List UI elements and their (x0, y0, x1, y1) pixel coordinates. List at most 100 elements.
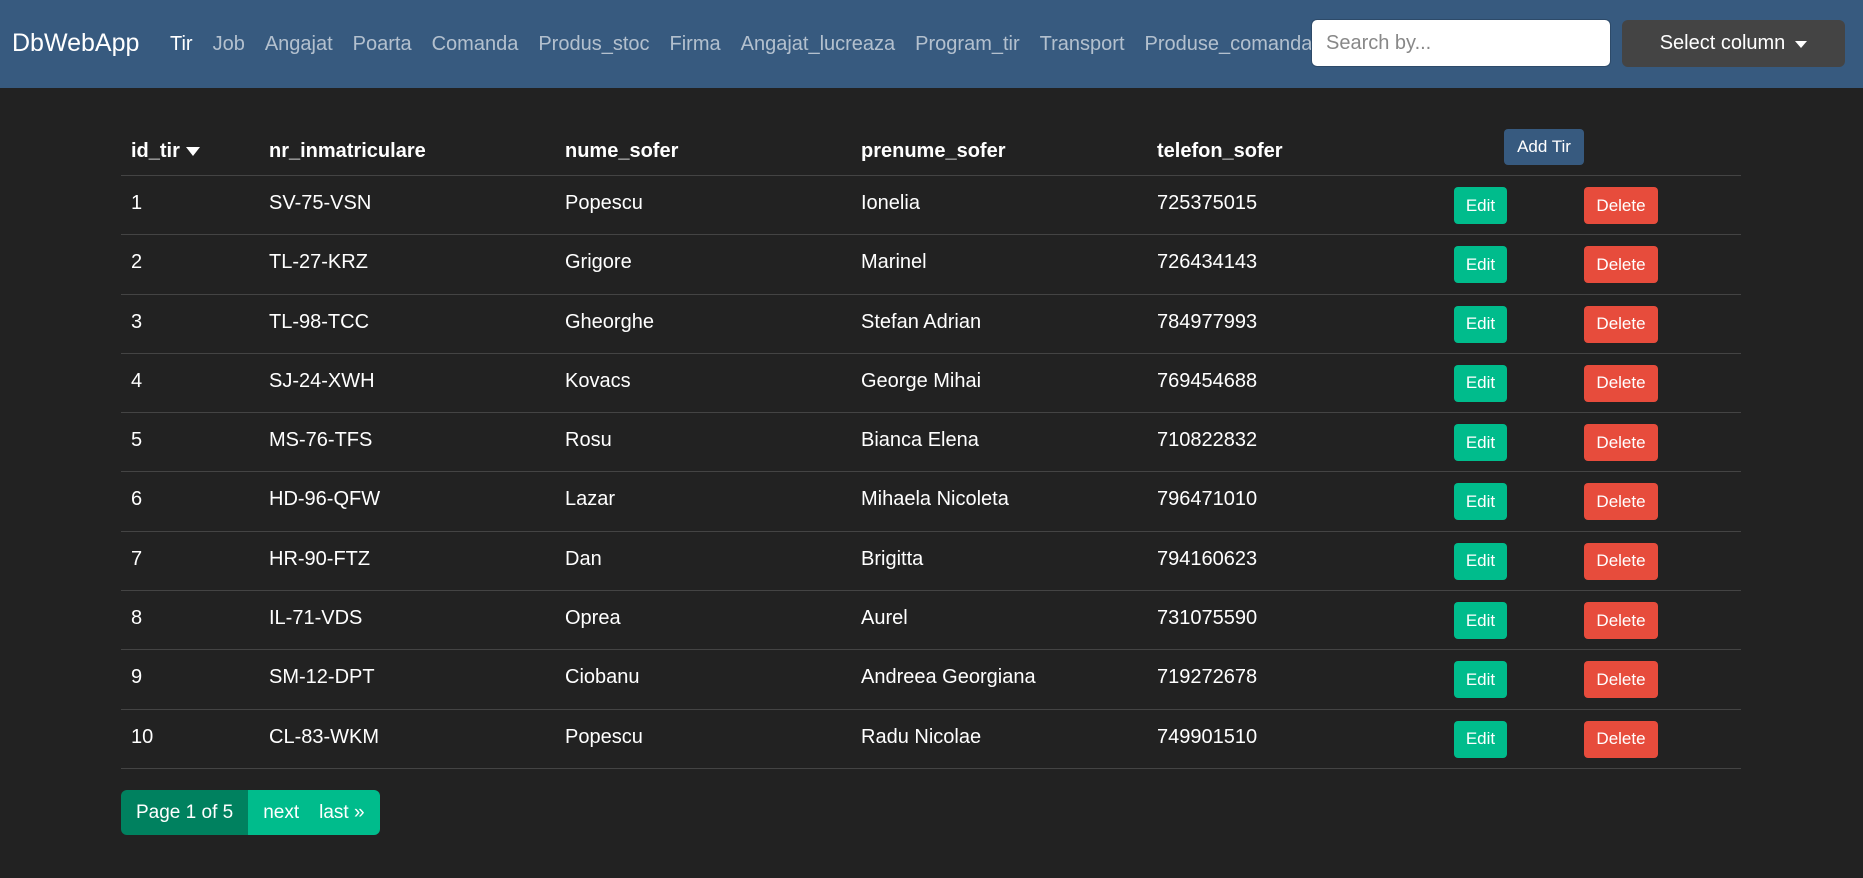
delete-button[interactable]: Delete (1584, 661, 1658, 699)
cell-nr_inmatriculare: SM-12-DPT (269, 666, 375, 689)
nav-link-job[interactable]: Job (203, 33, 255, 56)
cell-prenume_sofer: Aurel (861, 607, 908, 630)
nav-link-transport[interactable]: Transport (1030, 33, 1135, 56)
cell-telefon_sofer: 784977993 (1157, 310, 1258, 333)
edit-button[interactable]: Edit (1454, 542, 1507, 580)
delete-button[interactable]: Delete (1584, 424, 1658, 462)
delete-button[interactable]: Delete (1584, 720, 1658, 758)
edit-button[interactable]: Edit (1454, 424, 1507, 462)
column-header-id_tir[interactable]: id_tir (131, 140, 200, 163)
nav-link-poarta[interactable]: Poarta (343, 33, 422, 56)
nav-link-angajat[interactable]: Angajat (255, 33, 343, 56)
cell-id_tir: 8 (131, 607, 143, 630)
column-header-nr_inmatriculare[interactable]: nr_inmatriculare (269, 140, 426, 163)
edit-button[interactable]: Edit (1454, 187, 1507, 224)
cell-nr_inmatriculare: HR-90-FTZ (269, 547, 371, 570)
nav-link-angajat_lucreaza[interactable]: Angajat_lucreaza (731, 33, 906, 56)
cell-nume_sofer: Kovacs (565, 369, 631, 392)
cell-prenume_sofer: George Mihai (861, 369, 982, 392)
delete-button[interactable]: Delete (1584, 364, 1658, 402)
delete-button[interactable]: Delete (1584, 602, 1658, 640)
nav-links: Tir Job Angajat Poarta Comanda Produs_stoc Fir… (160, 0, 1322, 88)
column-header-prenume_sofer[interactable]: prenume_sofer (861, 140, 1006, 163)
cell-id_tir: 4 (131, 369, 143, 392)
delete-button[interactable]: Delete (1584, 542, 1658, 580)
sort-desc-icon (185, 147, 200, 157)
edit-button[interactable]: Edit (1454, 720, 1507, 758)
cell-telefon_sofer: 725375015 (1157, 192, 1258, 214)
add-tir-button[interactable]: Add Tir (1504, 129, 1584, 165)
edit-button[interactable]: Edit (1454, 246, 1507, 284)
cell-prenume_sofer: Andreea Georgiana (861, 666, 1036, 689)
cell-prenume_sofer: Mihaela Nicoleta (861, 488, 1009, 511)
table-row: 9 SM-12-DPT Ciobanu Andreea Georgiana 719272… (121, 650, 1741, 710)
edit-button[interactable]: Edit (1454, 661, 1507, 699)
edit-button[interactable]: Edit (1454, 305, 1507, 343)
select-column-label: Select column (1659, 32, 1786, 54)
delete-button[interactable]: Delete (1584, 246, 1658, 284)
table-row: 6 HD-96-QFW Lazar Mihaela Nicoleta 796471010… (121, 472, 1741, 532)
cell-nr_inmatriculare: SV-75-VSN (269, 192, 372, 214)
pagination: Page 1 of 5 next last » (121, 790, 380, 835)
cell-nr_inmatriculare: HD-96-QFW (269, 488, 381, 511)
top-navbar: DbWebApp Tir Job Angajat Poarta Comanda Produ… (0, 0, 1863, 88)
cell-prenume_sofer: Ionelia (861, 192, 920, 214)
cell-telefon_sofer: 710822832 (1157, 429, 1258, 452)
last-page-link[interactable]: last » (305, 790, 380, 835)
app-brand[interactable]: DbWebApp (12, 27, 139, 59)
cell-nume_sofer: Popescu (565, 192, 643, 214)
nav-link-tir[interactable]: Tir (160, 33, 203, 56)
next-page-link[interactable]: next (248, 790, 306, 835)
column-header-nume_sofer[interactable]: nume_sofer (565, 140, 678, 163)
nav-link-produse_comanda[interactable]: Produse_comanda (1135, 33, 1323, 56)
cell-nume_sofer: Grigore (565, 251, 632, 274)
search-input[interactable] (1311, 19, 1611, 67)
edit-button[interactable]: Edit (1454, 364, 1507, 402)
cell-id_tir: 7 (131, 547, 143, 570)
table-row: 3 TL-98-TCC Gheorghe Stefan Adrian 784977993… (121, 295, 1741, 354)
delete-button[interactable]: Delete (1584, 483, 1658, 521)
nav-link-comanda[interactable]: Comanda (422, 33, 529, 56)
cell-nume_sofer: Dan (565, 547, 602, 570)
cell-nr_inmatriculare: TL-27-KRZ (269, 251, 368, 274)
cell-prenume_sofer: Radu Nicolae (861, 725, 982, 748)
cell-telefon_sofer: 796471010 (1157, 488, 1258, 511)
delete-button[interactable]: Delete (1584, 187, 1658, 224)
delete-button[interactable]: Delete (1584, 305, 1658, 343)
table-row: 2 TL-27-KRZ Grigore Marinel 726434143 Edit Del… (121, 235, 1741, 295)
edit-button[interactable]: Edit (1454, 602, 1507, 640)
cell-nume_sofer: Popescu (565, 725, 643, 748)
cell-prenume_sofer: Bianca Elena (861, 429, 979, 452)
cell-telefon_sofer: 769454688 (1157, 369, 1258, 392)
cell-prenume_sofer: Brigitta (861, 547, 924, 570)
cell-nr_inmatriculare: MS-76-TFS (269, 429, 373, 452)
edit-button[interactable]: Edit (1454, 483, 1507, 521)
nav-link-program_tir[interactable]: Program_tir (905, 33, 1029, 56)
chevron-down-icon (1795, 41, 1808, 48)
table-row: 10 CL-83-WKM Popescu Radu Nicolae 749901510 E… (121, 710, 1741, 769)
cell-prenume_sofer: Marinel (861, 251, 927, 274)
cell-nume_sofer: Ciobanu (565, 666, 640, 689)
table-row: 1 SV-75-VSN Popescu Ionelia 725375015 Edit Del… (121, 176, 1741, 236)
page-info: Page 1 of 5 (121, 790, 249, 835)
column-header-telefon_sofer[interactable]: telefon_sofer (1157, 140, 1283, 163)
nav-link-firma[interactable]: Firma (660, 33, 731, 56)
cell-telefon_sofer: 749901510 (1157, 725, 1258, 748)
table-body: 1 SV-75-VSN Popescu Ionelia 725375015 Edit Del… (121, 176, 1741, 769)
cell-id_tir: 3 (131, 310, 143, 333)
select-column-dropdown[interactable]: Select column (1622, 20, 1845, 67)
cell-nr_inmatriculare: TL-98-TCC (269, 310, 370, 333)
nav-link-produs_stoc[interactable]: Produs_stoc (528, 33, 659, 56)
cell-nume_sofer: Oprea (565, 607, 621, 630)
cell-telefon_sofer: 726434143 (1157, 251, 1258, 274)
table-row: 5 MS-76-TFS Rosu Bianca Elena 710822832 Edit D… (121, 413, 1741, 473)
cell-id_tir: 9 (131, 666, 143, 689)
cell-id_tir: 6 (131, 488, 143, 511)
table-row: 8 IL-71-VDS Oprea Aurel 731075590 Edit Delete (121, 591, 1741, 651)
cell-nume_sofer: Rosu (565, 429, 612, 452)
cell-nr_inmatriculare: SJ-24-XWH (269, 369, 375, 392)
cell-id_tir: 2 (131, 251, 143, 274)
cell-nr_inmatriculare: CL-83-WKM (269, 725, 380, 748)
table-row: 7 HR-90-FTZ Dan Brigitta 794160623 Edit Delete (121, 532, 1741, 592)
cell-nume_sofer: Lazar (565, 488, 616, 511)
